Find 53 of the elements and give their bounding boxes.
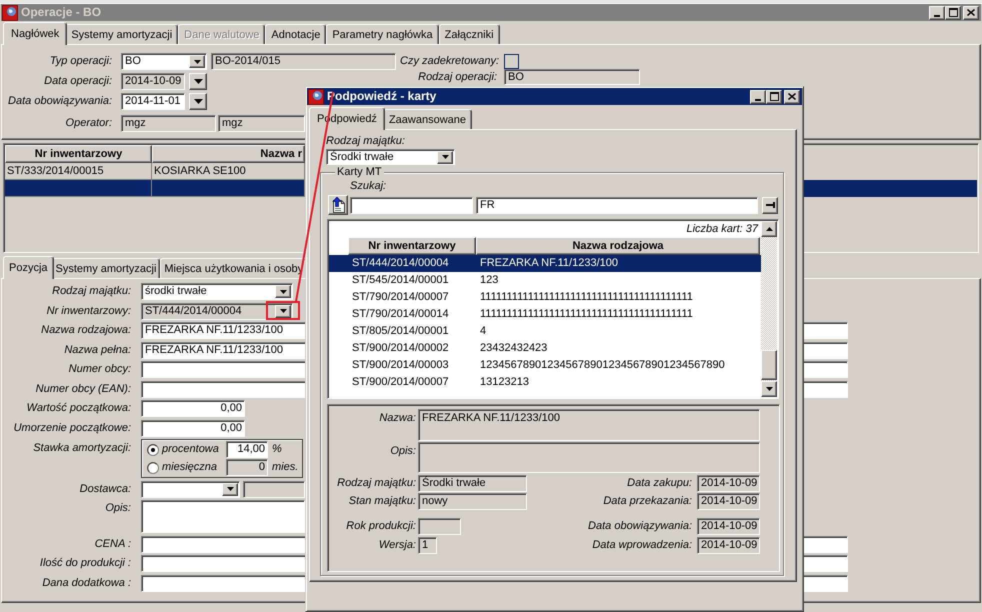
field-label: Data operacji: (43, 75, 112, 88)
list-cell-text: ST/900/2014/00003 (352, 358, 450, 373)
field-label: Rodzaj majątku: (51, 285, 131, 298)
list-cell-text: ST/900/2014/00007 (352, 375, 450, 390)
count-label: Liczba kart: 37 (685, 222, 760, 237)
field-label: Numer obcy (EAN): (34, 382, 131, 396)
field-label: Operator: (64, 117, 112, 130)
field-label: Numer obcy: (68, 363, 131, 376)
field-label: Czy zadekretowany: (400, 54, 497, 68)
field-label: Opis: (104, 501, 131, 515)
list-cell-text: ST/790/2014/00007 (352, 290, 450, 305)
field-label: Data przekazania: (603, 495, 692, 508)
field-label: Rok produkcji: (345, 520, 416, 533)
list-cell-text: FREZARKA NF.11/1233/100 (480, 256, 618, 271)
unit-label: % (272, 443, 282, 456)
field-label: Data zakupu: (627, 477, 692, 490)
unit-label: mies. (272, 461, 298, 474)
field-label: Nazwa rodzajowa: (40, 324, 131, 337)
field-label: Umorzenie początkowe: (12, 422, 131, 434)
list-cell-text: 1111111111111111111111111111111111111111 (480, 307, 693, 322)
list-cell-text: 4 (480, 324, 486, 339)
list-cell-text: 13123213 (480, 375, 529, 390)
list-cell-text: ST/805/2014/00001 (352, 324, 450, 339)
field-label: Nazwa pełna: (63, 344, 131, 356)
field-label: Nr inwentarzowy: (46, 304, 131, 318)
field-label: Szukaj: (350, 180, 388, 193)
list-cell-text: 1234567890123456789012345678901234567890 (480, 358, 725, 373)
list-cell-text: 123 (480, 273, 498, 288)
list-cell-text: ST/900/2014/00002 (352, 341, 450, 356)
field-label: Data wprowadzenia: (592, 539, 692, 552)
list-cell-text: 23432432423 (480, 341, 548, 356)
field-label: Ilość do produkcji : (38, 557, 131, 570)
list-cell-text: ST/444/2014/00004 (352, 256, 450, 271)
list-cell-text: ST/545/2014/00001 (352, 273, 450, 288)
field-label: Wartość początkowa: (26, 402, 131, 415)
field-label: Wersja: (378, 539, 416, 552)
field-label: Data obowiązywania: (588, 520, 692, 533)
field-label: Stawka amortyzacji: (32, 441, 131, 455)
field-label: Dostawca: (78, 482, 131, 496)
field-label: Dana dodatkowa : (41, 576, 131, 590)
field-label: Rodzaj majątku: (336, 477, 416, 490)
field-label: Typ operacji: (48, 55, 112, 68)
group-title: Karty MT (335, 166, 384, 179)
field-label: Stan majątku: (348, 495, 416, 508)
list-cell-text: ST/790/2014/00014 (352, 307, 450, 322)
field-label: Rodzaj operacji: (417, 70, 497, 84)
field-label: CENA : (94, 538, 131, 550)
field-label: Rodzaj majątku: (326, 135, 406, 148)
window-title: Operacje - BO (21, 6, 102, 19)
list-cell-text: 1111111111111111111111111111111111111111 (480, 290, 693, 305)
field-label: Opis: (389, 444, 416, 458)
field-label: Nazwa: (378, 411, 416, 425)
field-label: Data obowiązywania: (7, 95, 112, 108)
